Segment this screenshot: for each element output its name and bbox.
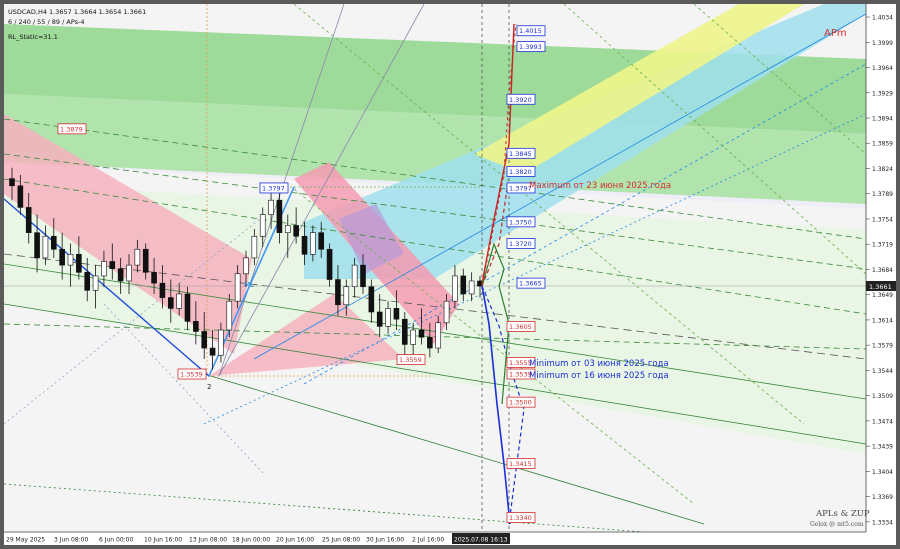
current-price-value: 1.3661 <box>869 283 892 291</box>
svg-text:1.3845: 1.3845 <box>509 150 532 158</box>
x-tick-label: 3 Jun 08:00 <box>54 537 88 544</box>
x-tick-label: 2 Jul 16:00 <box>412 537 444 544</box>
y-tick-label: 1.3999 <box>872 40 893 47</box>
price-box-red: 1.3559 <box>396 354 426 365</box>
svg-text:1.3797: 1.3797 <box>262 184 285 192</box>
price-chart[interactable]: 1.38791.35391.35591.36051.35551.35391.35… <box>4 4 896 545</box>
indicator-line: 6 / 240 / 55 / 89 / APs-4 <box>8 18 85 26</box>
apm-label: APm <box>824 28 847 39</box>
svg-text:1.3750: 1.3750 <box>509 218 532 226</box>
price-axis-background <box>866 4 896 545</box>
y-tick-label: 1.3754 <box>872 216 893 223</box>
y-tick-label: 1.3369 <box>872 494 893 501</box>
annotation-minimum-2: Minimum от 16 июня 2025 года <box>529 371 669 381</box>
y-tick-label: 1.3684 <box>872 267 893 274</box>
svg-text:1.3720: 1.3720 <box>509 240 532 248</box>
svg-text:1.3665: 1.3665 <box>519 280 542 288</box>
x-tick-label: 6 Jun 00:00 <box>99 537 133 544</box>
annotation-minimum-1: Minimum от 03 июня 2025 года <box>529 359 669 369</box>
price-box-red: 1.3605 <box>506 321 536 332</box>
price-box-blue: 1.3993 <box>516 41 546 53</box>
price-box-red: 1.3340 <box>506 512 536 523</box>
svg-text:1.3415: 1.3415 <box>509 460 532 468</box>
price-box-blue: 1.3750 <box>506 216 536 228</box>
y-tick-label: 1.3894 <box>872 116 893 123</box>
svg-text:1.3539: 1.3539 <box>180 371 203 379</box>
fork-label-ml: ML <box>244 281 254 289</box>
svg-text:1.3340: 1.3340 <box>509 514 532 522</box>
price-box-blue: 1.3820 <box>506 165 536 177</box>
watermark-subtitle: Gelox @ mt5.com <box>810 521 864 528</box>
time-axis[interactable]: 29 May 2025 3 Jun 08:00 6 Jun 00:00 10 Jun … <box>6 537 444 544</box>
x-tick-label: 13 Jun 08:00 <box>189 537 227 544</box>
rl-static-label: RL_Static=31.1 <box>8 33 58 41</box>
y-tick-label: 1.3579 <box>872 343 893 350</box>
y-tick-label: 1.4034 <box>872 15 893 22</box>
x-tick-label: 10 Jun 16:00 <box>144 537 182 544</box>
y-tick-label: 1.3614 <box>872 317 893 324</box>
y-tick-label: 1.3719 <box>872 242 893 249</box>
price-box-red: 1.3500 <box>506 396 536 408</box>
svg-text:1.4015: 1.4015 <box>519 27 542 35</box>
price-box-blue: 1.3665 <box>516 277 546 289</box>
y-tick-label: 1.3404 <box>872 469 893 476</box>
x-tick-label: 30 Jun 16:00 <box>366 537 404 544</box>
y-tick-label: 1.3859 <box>872 141 893 148</box>
y-tick-label: 1.3334 <box>872 519 893 526</box>
time-axis-background <box>4 532 896 545</box>
y-tick-label: 1.3929 <box>872 90 893 97</box>
timestamp-value: 2025.07.08 16:13 <box>454 537 508 544</box>
price-box-blue: 1.3920 <box>506 93 536 105</box>
y-tick-label: 1.3439 <box>872 444 893 451</box>
x-tick-label: 29 May 2025 <box>6 537 45 544</box>
watermark-title: APLs & ZUP <box>815 509 870 519</box>
svg-text:1.3993: 1.3993 <box>519 43 542 51</box>
price-box-blue: 1.3720 <box>506 238 536 249</box>
svg-text:1.3500: 1.3500 <box>509 399 532 407</box>
x-tick-label: 20 Jun 16:00 <box>276 537 314 544</box>
y-tick-label: 1.3964 <box>872 65 893 72</box>
fork-label-2: 2 <box>207 383 211 391</box>
annotation-maximum: Maximum от 23 июня 2025 года <box>529 181 671 191</box>
x-tick-label: 25 Jun 08:00 <box>322 537 360 544</box>
svg-text:1.3605: 1.3605 <box>509 323 532 331</box>
svg-text:1.3879: 1.3879 <box>60 125 83 133</box>
y-tick-label: 1.3544 <box>872 368 893 375</box>
price-box-red: 1.3879 <box>57 123 87 135</box>
y-tick-label: 1.3474 <box>872 418 893 425</box>
price-box-red: 1.3539 <box>177 368 207 380</box>
x-tick-label: 18 Jun 00:00 <box>232 537 270 544</box>
price-box-blue: 1.4015 <box>516 25 546 37</box>
svg-text:1.3559: 1.3559 <box>399 356 422 364</box>
y-tick-label: 1.3789 <box>872 191 893 198</box>
price-box-blue: 1.3845 <box>506 147 536 159</box>
y-tick-label: 1.3649 <box>872 292 893 299</box>
svg-text:1.3820: 1.3820 <box>509 168 532 176</box>
price-box-red: 1.3415 <box>506 458 536 469</box>
svg-text:1.3920: 1.3920 <box>509 96 532 104</box>
symbol-line: USDCAD,H4 1.3657 1.3664 1.3654 1.3661 <box>8 8 146 16</box>
y-tick-label: 1.3509 <box>872 393 893 400</box>
y-tick-label: 1.3824 <box>872 166 893 173</box>
chart-window: 1.3879 1.3539 1.3559 1.3605 1.3555 1.3539 1.35… <box>0 0 900 549</box>
price-box-blue: 1.3797 <box>259 182 289 194</box>
